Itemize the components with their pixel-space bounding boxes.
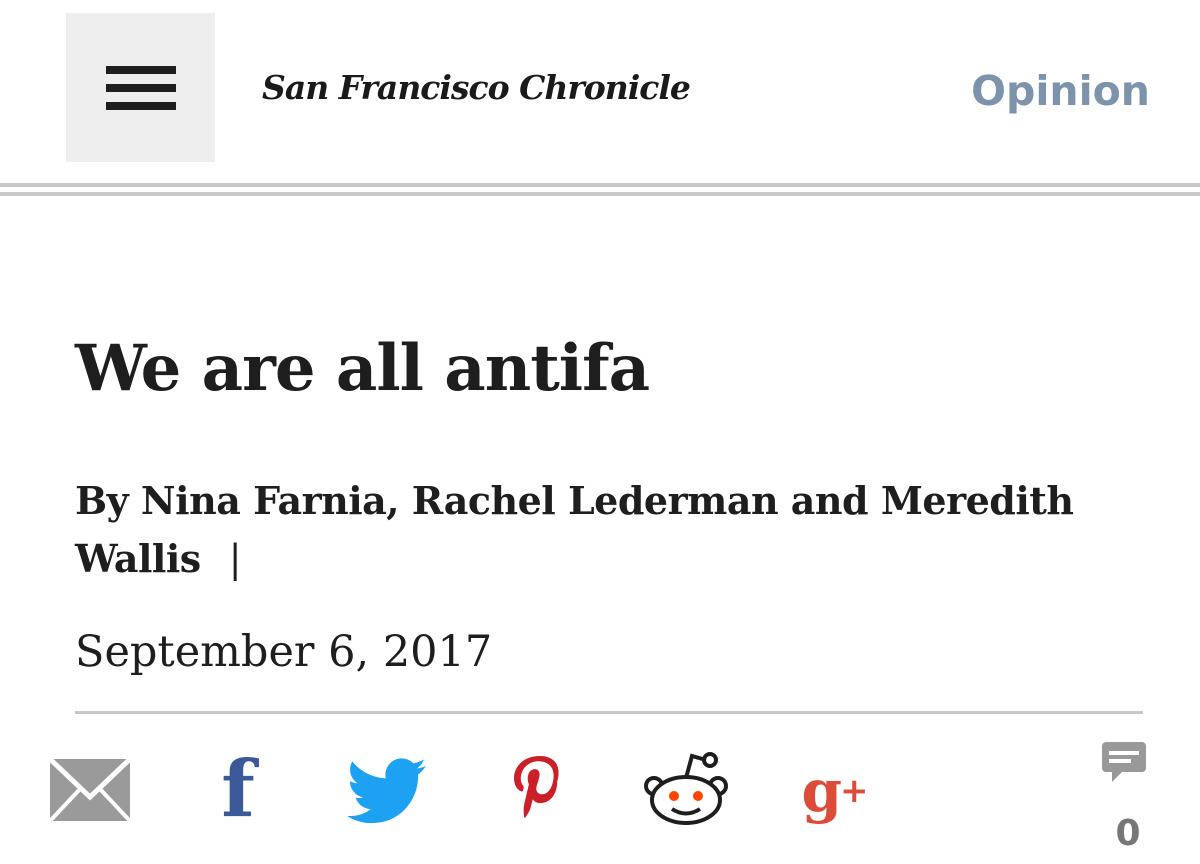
google-plus-icon[interactable]: g + [800, 756, 870, 826]
article-date: September 6, 2017 [75, 627, 493, 677]
email-icon[interactable] [48, 757, 132, 823]
menu-bar [105, 65, 176, 74]
facebook-glyph: f [221, 744, 255, 835]
section-link-opinion[interactable]: Opinion [971, 66, 1150, 116]
menu-bar [105, 101, 176, 110]
facebook-icon[interactable]: f [212, 750, 264, 830]
comment-icon[interactable] [1100, 740, 1148, 784]
header-divider [0, 183, 1200, 197]
masthead-logo[interactable]: San Francisco Chronicle [262, 66, 691, 110]
article-headline: We are all antifa [75, 331, 650, 406]
twitter-icon[interactable] [348, 758, 428, 824]
google-plus-glyph: + [840, 771, 869, 811]
hamburger-menu-icon[interactable] [66, 13, 215, 162]
comment-count[interactable]: 0 [1110, 812, 1146, 856]
reddit-icon[interactable] [644, 752, 728, 826]
share-divider [75, 711, 1143, 714]
byline-text: By Nina Farnia, Rachel Lederman and Mere… [75, 478, 1074, 581]
google-glyph: g [801, 757, 843, 825]
pinterest-icon[interactable] [510, 754, 566, 826]
article-byline: By Nina Farnia, Rachel Lederman and Mere… [75, 472, 1135, 588]
menu-bar [105, 83, 176, 92]
byline-separator: | [228, 537, 242, 581]
